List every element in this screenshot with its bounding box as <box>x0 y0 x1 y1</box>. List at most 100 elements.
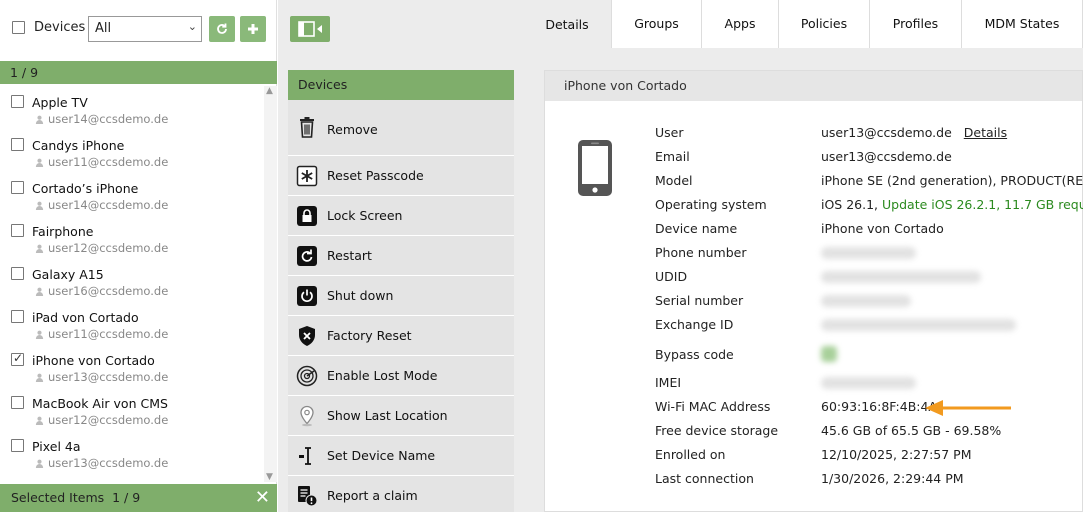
item-checkbox[interactable] <box>11 138 24 151</box>
tab-profiles[interactable]: Profiles <box>870 0 962 48</box>
action-report-claim[interactable]: Report a claim <box>288 476 514 512</box>
action-label: Restart <box>327 248 372 263</box>
tab-policies[interactable]: Policies <box>779 0 870 48</box>
tab-apps[interactable]: Apps <box>702 0 779 48</box>
list-item[interactable]: iPad von Cortado user11@ccsdemo.de <box>0 301 264 344</box>
device-user: user16@ccsdemo.de <box>35 284 168 298</box>
refresh-icon <box>217 23 227 34</box>
device-name: Apple TV <box>32 95 88 110</box>
lock-icon <box>297 206 317 226</box>
list-item[interactable]: iPhone von Cortado user13@ccsdemo.de <box>0 344 264 387</box>
list-item[interactable]: Galaxy A15 user16@ccsdemo.de <box>0 258 264 301</box>
item-checkbox[interactable] <box>11 396 24 409</box>
redacted-value <box>821 245 916 262</box>
action-shut-down[interactable]: Shut down <box>288 276 514 316</box>
details-title: iPhone von Cortado <box>545 71 1082 101</box>
device-user: user12@ccsdemo.de <box>35 241 168 255</box>
list-item[interactable]: Candys iPhone user11@ccsdemo.de <box>0 129 264 172</box>
sidebar-collapse-icon <box>298 21 322 37</box>
action-restart[interactable]: Restart <box>288 236 514 276</box>
list-item[interactable]: Pixel 4a user13@ccsdemo.de <box>0 430 264 473</box>
redacted-value <box>821 346 837 365</box>
list-item[interactable]: MacBook Air von CMS user12@ccsdemo.de <box>0 387 264 430</box>
device-name: iPhone von Cortado <box>32 353 155 368</box>
tab-details[interactable]: Details <box>523 0 612 48</box>
list-item[interactable]: Apple TV user14@ccsdemo.de <box>0 86 264 129</box>
scroll-up-icon[interactable]: ▲ <box>266 86 273 96</box>
tab-groups[interactable]: Groups <box>612 0 702 48</box>
item-checkbox-checked[interactable] <box>11 351 24 366</box>
device-filter-select[interactable]: All ⌄ <box>88 16 202 42</box>
add-device-button[interactable] <box>240 16 266 42</box>
text-cursor-icon <box>299 447 311 465</box>
device-filter-value: All <box>95 21 112 36</box>
user-icon <box>35 115 44 124</box>
action-enable-lost-mode[interactable]: Enable Lost Mode <box>288 356 514 396</box>
select-all-checkbox[interactable] <box>12 21 25 34</box>
actions-pane: Devices Remove Reset Passcode Lock Scree… <box>278 0 523 512</box>
device-user-email: user13@ccsdemo.de <box>48 370 169 384</box>
item-checkbox[interactable] <box>11 439 24 452</box>
device-user: user14@ccsdemo.de <box>35 112 168 126</box>
refresh-button[interactable] <box>209 16 235 42</box>
collapse-panel-button[interactable] <box>290 16 330 42</box>
shield-x-icon <box>299 326 315 346</box>
device-user: user14@ccsdemo.de <box>35 198 168 212</box>
device-name: Pixel 4a <box>32 439 81 454</box>
user-icon <box>35 287 44 296</box>
device-user: user13@ccsdemo.de <box>35 370 168 384</box>
prop-label: Exchange ID <box>655 317 734 332</box>
action-lock-screen[interactable]: Lock Screen <box>288 196 514 236</box>
selected-items-bar: Selected Items 1 / 9 ✕ <box>0 484 277 512</box>
scroll-down-icon[interactable]: ▼ <box>266 472 273 482</box>
smartphone-icon <box>578 140 612 196</box>
action-remove[interactable]: Remove <box>288 100 514 156</box>
prop-value: 60:93:16:8F:4B:4A <box>821 399 937 414</box>
item-checkbox[interactable] <box>11 181 24 194</box>
list-item[interactable]: Fairphone user12@ccsdemo.de <box>0 215 264 258</box>
action-reset-passcode[interactable]: Reset Passcode <box>288 156 514 196</box>
device-name: Cortado’s iPhone <box>32 181 139 196</box>
os-update-notice: Update iOS 26.2.1, 11.7 GB required <box>882 197 1083 212</box>
list-item[interactable]: Cortado’s iPhone user14@ccsdemo.de <box>0 172 264 215</box>
chevron-down-icon: ⌄ <box>187 20 197 33</box>
tab-mdm-states[interactable]: MDM States <box>962 0 1083 48</box>
filter-label: Devices <box>34 20 86 35</box>
device-name: Candys iPhone <box>32 138 125 153</box>
prop-label: Last connection <box>655 471 754 486</box>
prop-value: 45.6 GB of 65.5 GB - 69.58% <box>821 423 1002 438</box>
item-checkbox[interactable] <box>11 310 24 323</box>
location-pin-icon <box>300 405 314 427</box>
prop-label: Phone number <box>655 245 747 260</box>
details-card: iPhone von Cortado User user13@ccsdemo.d… <box>544 70 1083 512</box>
prop-value: 1/30/2026, 2:29:44 PM <box>821 471 964 486</box>
clear-selection-icon[interactable]: ✕ <box>255 487 270 508</box>
prop-label: Bypass code <box>655 347 734 362</box>
user-icon <box>35 459 44 468</box>
device-name: MacBook Air von CMS <box>32 396 168 411</box>
device-name: iPad von Cortado <box>32 310 139 325</box>
radar-icon <box>296 365 318 387</box>
plus-icon <box>248 24 258 34</box>
redacted-value <box>821 375 916 392</box>
redacted-value <box>821 269 981 286</box>
action-set-device-name[interactable]: Set Device Name <box>288 436 514 476</box>
list-scrollbar[interactable]: ▲ ▼ <box>264 86 277 482</box>
report-icon <box>298 486 318 507</box>
device-user-email: user12@ccsdemo.de <box>48 413 169 427</box>
action-factory-reset[interactable]: Factory Reset <box>288 316 514 356</box>
user-details-link[interactable]: Details <box>964 125 1007 140</box>
prop-label: Email <box>655 149 690 164</box>
prop-label: IMEI <box>655 375 682 390</box>
item-checkbox[interactable] <box>11 224 24 237</box>
list-count-bar: 1 / 9 <box>0 61 277 84</box>
action-label: Factory Reset <box>327 328 412 343</box>
action-show-last-location[interactable]: Show Last Location <box>288 396 514 436</box>
action-label: Reset Passcode <box>327 168 424 183</box>
device-user-email: user14@ccsdemo.de <box>48 112 169 126</box>
item-checkbox[interactable] <box>11 95 24 108</box>
device-details-pane: Details Groups Apps Policies Profiles MD… <box>523 0 1083 512</box>
prop-label: Enrolled on <box>655 447 726 462</box>
item-checkbox[interactable] <box>11 267 24 280</box>
device-name: Galaxy A15 <box>32 267 104 282</box>
